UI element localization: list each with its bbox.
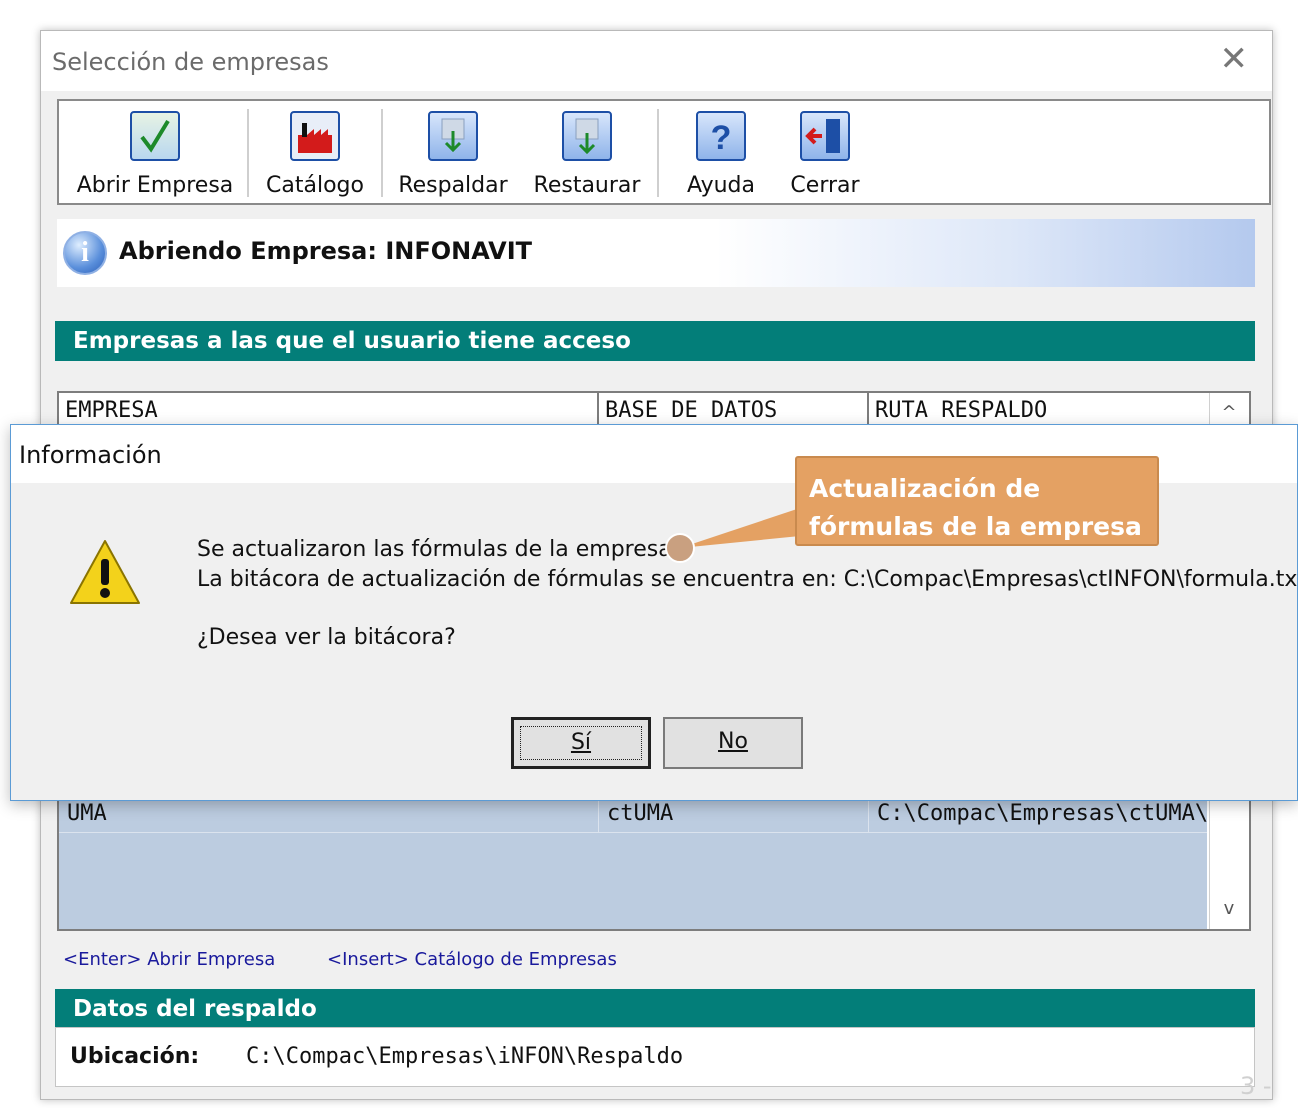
backup-location-label: Ubicación:	[70, 1044, 200, 1069]
svg-text:?: ?	[711, 119, 732, 157]
dialog-question: ¿Desea ver la bitácora?	[197, 625, 456, 650]
toolbar-separator	[657, 109, 659, 197]
status-info-bar: i Abriendo Empresa: INFONAVIT	[57, 219, 1255, 287]
warning-icon	[70, 540, 140, 604]
open-company-button[interactable]: Abrir Empresa	[75, 111, 235, 205]
focus-rectangle	[520, 726, 642, 760]
toolbar: Abrir Empresa Catálogo Respaldar Restaur…	[57, 99, 1271, 205]
companies-section-header: Empresas a las que el usuario tiene acce…	[55, 321, 1255, 361]
restore-button[interactable]: Restaurar	[529, 111, 645, 205]
annotation-callout: Actualización de fórmulas de la empresa	[795, 456, 1159, 546]
yes-button[interactable]: Sí	[511, 717, 651, 769]
keyboard-shortcuts-hint: <Enter> Abrir Empresa <Insert> Catálogo …	[63, 949, 663, 970]
backup-section-header: Datos del respaldo	[55, 989, 1255, 1029]
callout-line2: fórmulas de la empresa	[809, 512, 1142, 541]
shortcut-company-catalog: <Insert> Catálogo de Empresas	[327, 949, 617, 970]
question-icon: ?	[696, 111, 746, 161]
column-header-ruta-respaldo[interactable]: RUTA RESPALDO	[869, 393, 1209, 427]
table-body: UMA ctUMA C:\Compac\Empresas\ctUMA\	[59, 793, 1207, 929]
toolbar-separator	[381, 109, 383, 197]
status-message: Abriendo Empresa: INFONAVIT	[119, 237, 533, 265]
toolbar-separator	[247, 109, 249, 197]
factory-icon	[290, 111, 340, 161]
dialog-message-line2: La bitácora de actualización de fórmulas…	[197, 567, 1298, 592]
close-icon[interactable]: ✕	[1220, 41, 1249, 77]
column-header-empresa[interactable]: EMPRESA	[59, 393, 599, 427]
table-header: EMPRESA BASE DE DATOS RUTA RESPALDO	[59, 393, 1207, 427]
scroll-down-icon[interactable]: v	[1210, 891, 1248, 927]
help-button[interactable]: ? Ayuda	[671, 111, 771, 205]
help-label: Ayuda	[687, 173, 755, 198]
backup-details-panel: Ubicación: C:\Compac\Empresas\iNFON\Resp…	[55, 1027, 1255, 1087]
info-icon: i	[63, 231, 107, 275]
backup-location-value: C:\Compac\Empresas\iNFON\Respaldo	[246, 1044, 684, 1069]
backup-icon	[428, 111, 478, 161]
window-title: Selección de empresas	[52, 48, 329, 76]
catalog-label: Catálogo	[266, 173, 364, 198]
checkmark-icon	[130, 111, 180, 161]
window-titlebar: Selección de empresas ✕	[41, 31, 1272, 91]
exit-label: Cerrar	[790, 173, 860, 198]
catalog-button[interactable]: Catálogo	[259, 111, 371, 205]
watermark-text: 3 -	[1240, 1072, 1272, 1100]
backup-label: Respaldar	[398, 173, 508, 198]
no-button-label: No	[718, 729, 748, 754]
callout-line1: Actualización de	[809, 474, 1041, 503]
backup-button[interactable]: Respaldar	[395, 111, 511, 205]
restore-icon	[562, 111, 612, 161]
open-company-label: Abrir Empresa	[76, 173, 234, 198]
exit-button[interactable]: Cerrar	[777, 111, 873, 205]
dialog-title: Información	[19, 441, 162, 469]
restore-label: Restaurar	[533, 173, 641, 198]
column-header-base-de-datos[interactable]: BASE DE DATOS	[599, 393, 869, 427]
exit-door-icon	[800, 111, 850, 161]
dialog-message-line1: Se actualizaron las fórmulas de la empre…	[197, 537, 679, 562]
shortcut-open-company: <Enter> Abrir Empresa	[63, 949, 276, 970]
no-button[interactable]: No	[663, 717, 803, 769]
callout-pointer	[665, 508, 800, 563]
